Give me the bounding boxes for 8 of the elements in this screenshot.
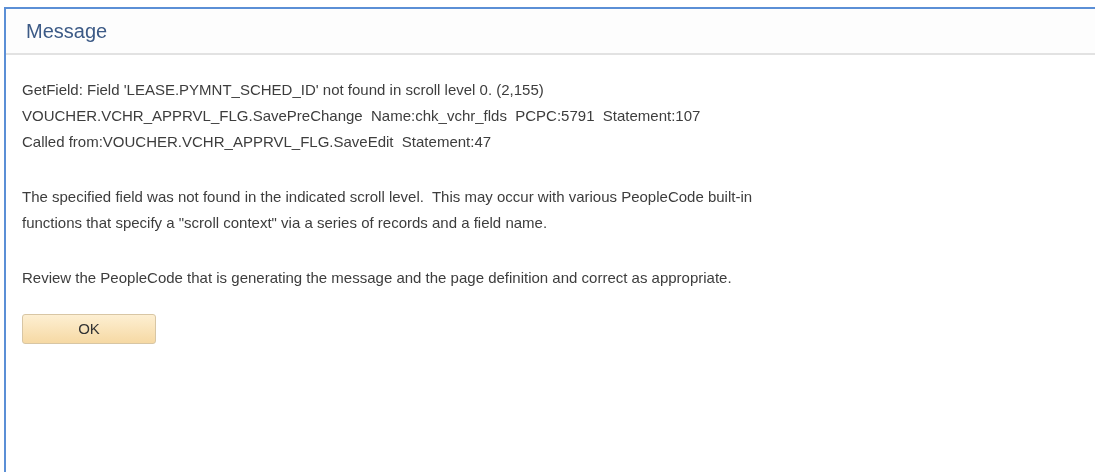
message-text: Review the PeopleCode that is generating the message and the page definition and correct as appropriate. <box>22 268 733 288</box>
message-text: VOUCHER.VCHR_APPRVL_FLG.SavePreChange Name:chk_vchr_flds PCPC:5791 Statement:107 <box>22 106 702 126</box>
dialog-title: Message <box>26 19 108 43</box>
message-text: functions that specify a "scroll context" via a series of records and a field name. <box>22 213 549 233</box>
message-text: Called from:VOUCHER.VCHR_APPRVL_FLG.SaveEdit Statement:47 <box>22 132 493 152</box>
ok-button[interactable]: OK <box>22 313 156 344</box>
message-text: GetField: Field 'LEASE.PYMNT_SCHED_ID' not found in scroll level 0. (2,155) <box>22 80 545 100</box>
message-text: The specified field was not found in the indicated scroll level. This may occur with various PeopleCode built-in <box>22 187 754 207</box>
